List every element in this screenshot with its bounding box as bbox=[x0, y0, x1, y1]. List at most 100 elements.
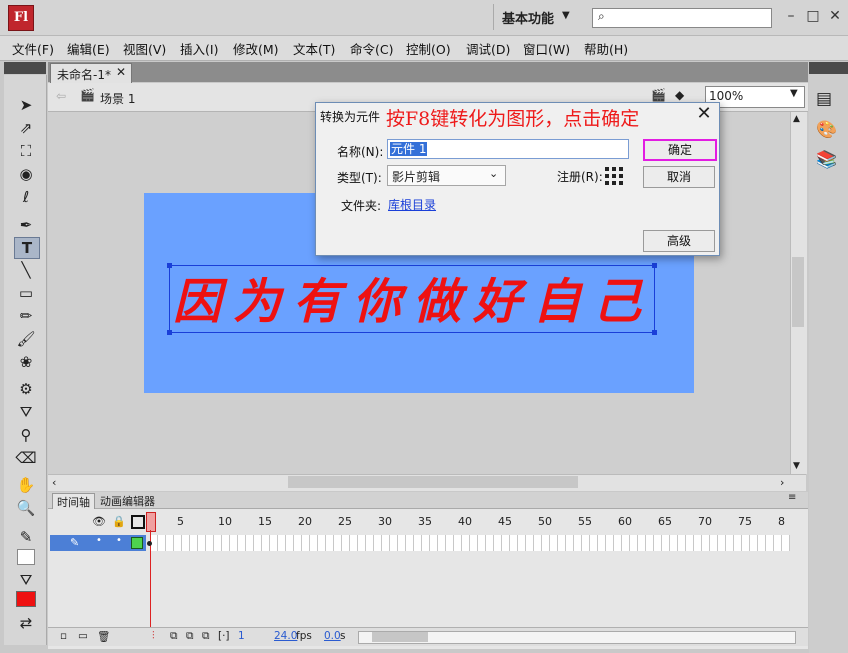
close-icon[interactable]: ✕ bbox=[824, 6, 846, 26]
eraser-tool-icon[interactable]: ⌫ bbox=[14, 448, 38, 468]
color-panel-icon[interactable]: 🎨 bbox=[816, 120, 837, 140]
symbol-name-input[interactable]: 元件 1 bbox=[387, 139, 629, 159]
center-frame-icon[interactable]: ⫶ bbox=[152, 630, 155, 643]
hand-tool-icon[interactable]: ✋ bbox=[14, 475, 38, 495]
rectangle-tool-icon[interactable]: ▭ bbox=[14, 283, 38, 303]
modify-markers-icon[interactable]: [·] bbox=[218, 630, 230, 642]
lock-icon[interactable]: 🔒 bbox=[112, 515, 126, 528]
close-tab-icon[interactable]: ✕ bbox=[116, 65, 126, 79]
registration-grid[interactable] bbox=[605, 167, 625, 187]
new-layer-icon[interactable]: ▫ bbox=[60, 630, 67, 642]
scroll-down-icon[interactable]: ▼ bbox=[793, 461, 800, 471]
library-panel-icon[interactable]: 📚 bbox=[816, 150, 837, 170]
menu-text[interactable]: 文本(T) bbox=[293, 39, 335, 58]
annotation-text: 按F8键转化为图形，点击确定 bbox=[386, 108, 640, 130]
fill-color-swatch[interactable] bbox=[16, 591, 36, 607]
scroll-up-icon[interactable]: ▲ bbox=[793, 114, 800, 124]
panel-menu-icon[interactable]: ≡ bbox=[788, 492, 796, 503]
vertical-scroll-thumb[interactable] bbox=[792, 257, 804, 327]
dialog-close-icon[interactable]: ✕ bbox=[692, 103, 716, 125]
text-tool-icon[interactable]: T bbox=[14, 237, 40, 259]
menu-window[interactable]: 窗口(W) bbox=[523, 39, 570, 58]
scroll-right-icon[interactable]: › bbox=[780, 476, 784, 489]
menu-command[interactable]: 命令(C) bbox=[350, 39, 393, 58]
lasso-tool-icon[interactable]: ℓ bbox=[14, 187, 38, 207]
edit-multiple-icon[interactable]: ⧉ bbox=[202, 630, 210, 643]
horizontal-scroll-thumb[interactable] bbox=[288, 476, 578, 488]
playhead[interactable] bbox=[146, 512, 156, 532]
show-hide-icon[interactable]: 👁 bbox=[92, 515, 106, 528]
right-panel-header[interactable] bbox=[809, 62, 848, 74]
menu-debug[interactable]: 调试(D) bbox=[466, 39, 510, 58]
search-input[interactable] bbox=[592, 8, 772, 28]
zoom-tool-icon[interactable]: 🔍 bbox=[14, 498, 38, 518]
stage-text[interactable]: 因为有你做好自己 bbox=[171, 262, 655, 332]
swap-colors-icon[interactable]: ⇄ bbox=[14, 613, 38, 633]
bone-tool-icon[interactable]: ⚙ bbox=[14, 379, 38, 399]
3d-rotation-tool-icon[interactable]: ◉ bbox=[14, 164, 38, 184]
lock-dot[interactable]: • bbox=[116, 535, 122, 546]
menu-modify[interactable]: 修改(M) bbox=[233, 39, 279, 58]
visible-dot[interactable]: • bbox=[96, 535, 102, 546]
tools-panel: ➤ ⇗ ⛶ ◉ ℓ ✒ T ╲ ▭ ✏ 🖌 ❀ ⚙ ⛛ ⚲ ⌫ ✋ 🔍 ✎ ⛛ … bbox=[4, 75, 47, 645]
edit-symbols-icon[interactable]: ◆ bbox=[675, 88, 684, 102]
selection-tool-icon[interactable]: ➤ bbox=[14, 95, 38, 115]
pencil-icon: ✎ bbox=[70, 536, 80, 549]
scroll-left-icon[interactable]: ‹ bbox=[52, 476, 56, 489]
menu-insert[interactable]: 插入(I) bbox=[180, 39, 218, 58]
deco-tool-icon[interactable]: ❀ bbox=[14, 352, 38, 372]
pen-tool-icon[interactable]: ✒ bbox=[14, 215, 38, 235]
timeline-hscroll-thumb[interactable] bbox=[372, 632, 428, 642]
free-transform-tool-icon[interactable]: ⛶ bbox=[14, 141, 38, 161]
eyedropper-tool-icon[interactable]: ⚲ bbox=[14, 425, 38, 445]
ok-button[interactable]: 确定 bbox=[643, 139, 717, 161]
playhead-line bbox=[150, 530, 151, 642]
time-value[interactable]: 0.0 bbox=[324, 630, 341, 642]
onion-outline-icon[interactable]: ⧉ bbox=[186, 630, 194, 643]
chevron-down-icon[interactable]: ▼ bbox=[562, 10, 570, 21]
tab-timeline[interactable]: 时间轴 bbox=[52, 493, 95, 510]
brush-tool-icon[interactable]: 🖌 bbox=[14, 329, 38, 349]
edit-scene-icon[interactable]: 🎬 bbox=[651, 88, 666, 102]
fill-color-icon[interactable]: ⛛ bbox=[14, 570, 38, 590]
properties-panel-icon[interactable]: ▤ bbox=[816, 89, 832, 109]
outline-icon[interactable] bbox=[131, 515, 145, 529]
pencil-tool-icon[interactable]: ✏ bbox=[14, 306, 38, 326]
fps-value[interactable]: 24.0 bbox=[274, 630, 297, 642]
onion-skin-icon[interactable]: ⧉ bbox=[170, 630, 178, 643]
frame-number: 25 bbox=[338, 515, 352, 528]
layer-row[interactable]: ✎ • • bbox=[50, 535, 146, 551]
stroke-color-swatch[interactable] bbox=[17, 549, 35, 565]
type-label: 类型(T): bbox=[337, 171, 382, 185]
line-tool-icon[interactable]: ╲ bbox=[14, 260, 38, 280]
workspace-switcher[interactable]: 基本功能 bbox=[502, 8, 554, 27]
scene-label[interactable]: 场景 1 bbox=[100, 90, 135, 107]
menu-control[interactable]: 控制(O) bbox=[406, 39, 451, 58]
back-arrow-icon[interactable]: ⇦ bbox=[56, 89, 66, 103]
document-tab[interactable]: 未命名-1* ✕ bbox=[50, 63, 132, 83]
paint-bucket-tool-icon[interactable]: ⛛ bbox=[14, 402, 38, 422]
menu-file[interactable]: 文件(F) bbox=[12, 39, 54, 58]
advanced-button[interactable]: 高级 bbox=[643, 230, 715, 252]
tools-panel-header[interactable] bbox=[4, 62, 46, 74]
tab-motion-editor[interactable]: 动画编辑器 bbox=[96, 493, 159, 509]
zoom-select[interactable]: 100% ▼ bbox=[705, 86, 805, 108]
frame-number: 15 bbox=[258, 515, 272, 528]
delete-layer-icon[interactable]: 🗑 bbox=[97, 630, 110, 643]
frame-cells[interactable] bbox=[150, 535, 790, 551]
keyframe[interactable] bbox=[147, 541, 152, 546]
menu-edit[interactable]: 编辑(E) bbox=[67, 39, 110, 58]
menu-view[interactable]: 视图(V) bbox=[123, 39, 166, 58]
divider bbox=[493, 4, 494, 30]
subselection-tool-icon[interactable]: ⇗ bbox=[14, 118, 38, 138]
menu-help[interactable]: 帮助(H) bbox=[584, 39, 628, 58]
maximize-icon[interactable]: □ bbox=[802, 6, 824, 26]
new-folder-icon[interactable]: ▭ bbox=[78, 630, 88, 642]
symbol-type-select[interactable]: 影片剪辑 ⌄ bbox=[387, 165, 506, 186]
minimize-icon[interactable]: – bbox=[780, 6, 802, 26]
layer-outline-color[interactable] bbox=[131, 537, 143, 549]
library-root-link[interactable]: 库根目录 bbox=[388, 196, 436, 213]
cancel-button[interactable]: 取消 bbox=[643, 166, 715, 188]
stroke-color-icon[interactable]: ✎ bbox=[14, 527, 38, 547]
registration-label: 注册(R): bbox=[557, 170, 603, 184]
